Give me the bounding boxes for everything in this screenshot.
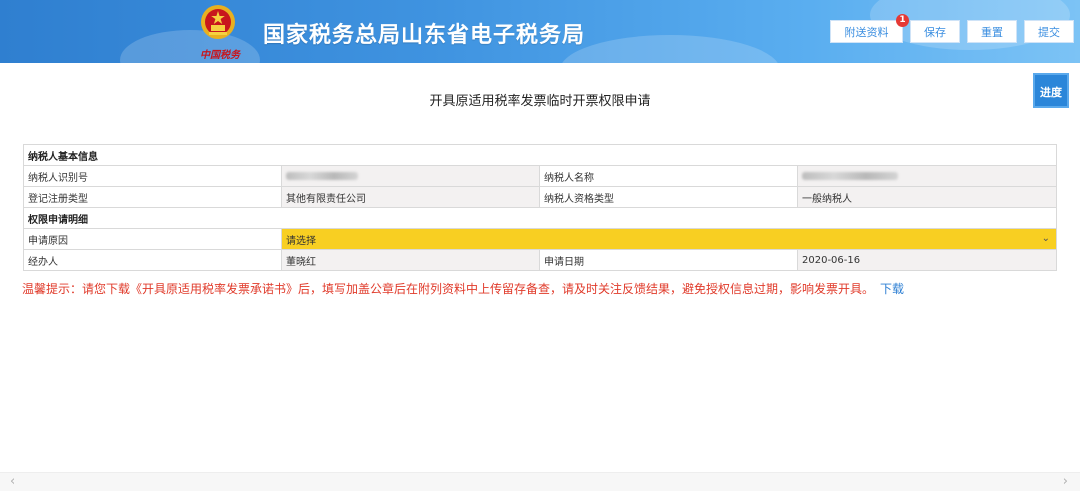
submit-button[interactable]: 提交 <box>1024 20 1074 43</box>
form-row: 经办人 董晓红 申请日期 2020-06-16 <box>23 249 1057 271</box>
taxpayer-id-value <box>281 165 540 187</box>
reg-type-value: 其他有限责任公司 <box>281 186 540 208</box>
national-emblem-icon <box>201 5 235 39</box>
redacted-text <box>802 171 898 180</box>
redacted-text <box>286 171 358 180</box>
reason-select-value: 请选择 <box>286 235 316 247</box>
taxpayer-id-label: 纳税人识别号 <box>23 165 282 187</box>
scroll-right-icon[interactable]: › <box>1063 474 1068 489</box>
taxpayer-name-value <box>797 165 1057 187</box>
notice-tip: 温馨提示：请您下载《开具原适用税率发票承诺书》后，填写加盖公章后在附列资料中上传… <box>22 280 904 297</box>
site-title: 国家税务总局山东省电子税务局 <box>263 23 586 48</box>
reset-button[interactable]: 重置 <box>967 20 1017 43</box>
attach-materials-button[interactable]: 附送资料 <box>830 20 903 43</box>
date-label: 申请日期 <box>539 249 798 271</box>
banner-decoration <box>560 35 780 63</box>
notice-text: 温馨提示：请您下载《开具原适用税率发票承诺书》后，填写加盖公章后在附列资料中上传… <box>22 282 875 296</box>
logo-script: 中国税务 <box>200 50 240 61</box>
horizontal-scrollbar[interactable]: ‹ › <box>0 472 1080 491</box>
form-row: 申请原因 请选择 ⌄ <box>23 228 1057 250</box>
scroll-left-icon[interactable]: ‹ <box>10 474 15 489</box>
handler-value: 董晓红 <box>281 249 540 271</box>
section-header: 纳税人基本信息 <box>23 144 1057 166</box>
handler-label: 经办人 <box>23 249 282 271</box>
date-value: 2020-06-16 <box>797 249 1057 271</box>
application-form: 纳税人基本信息 纳税人识别号 纳税人名称 登记注册类型 其他有限责任公司 纳税人… <box>23 144 1057 271</box>
form-row: 登记注册类型 其他有限责任公司 纳税人资格类型 一般纳税人 <box>23 186 1057 208</box>
section-detail-title: 权限申请明细 <box>23 207 1057 229</box>
attach-count-badge: 1 <box>896 14 909 27</box>
download-link[interactable]: 下载 <box>880 282 904 296</box>
page-title: 开具原适用税率发票临时开票权限申请 <box>429 94 651 109</box>
taxpayer-name-label: 纳税人名称 <box>539 165 798 187</box>
save-button[interactable]: 保存 <box>910 20 960 43</box>
chevron-down-icon: ⌄ <box>1041 233 1050 244</box>
reason-select[interactable]: 请选择 ⌄ <box>281 228 1057 250</box>
top-banner: 中国税务 国家税务总局山东省电子税务局 附送资料 1 保存 重置 提交 <box>0 0 1080 63</box>
section-basic-title: 纳税人基本信息 <box>23 144 1057 166</box>
reason-label: 申请原因 <box>23 228 282 250</box>
form-row: 纳税人识别号 纳税人名称 <box>23 165 1057 187</box>
section-header: 权限申请明细 <box>23 207 1057 229</box>
qualification-label: 纳税人资格类型 <box>539 186 798 208</box>
reg-type-label: 登记注册类型 <box>23 186 282 208</box>
qualification-value: 一般纳税人 <box>797 186 1057 208</box>
